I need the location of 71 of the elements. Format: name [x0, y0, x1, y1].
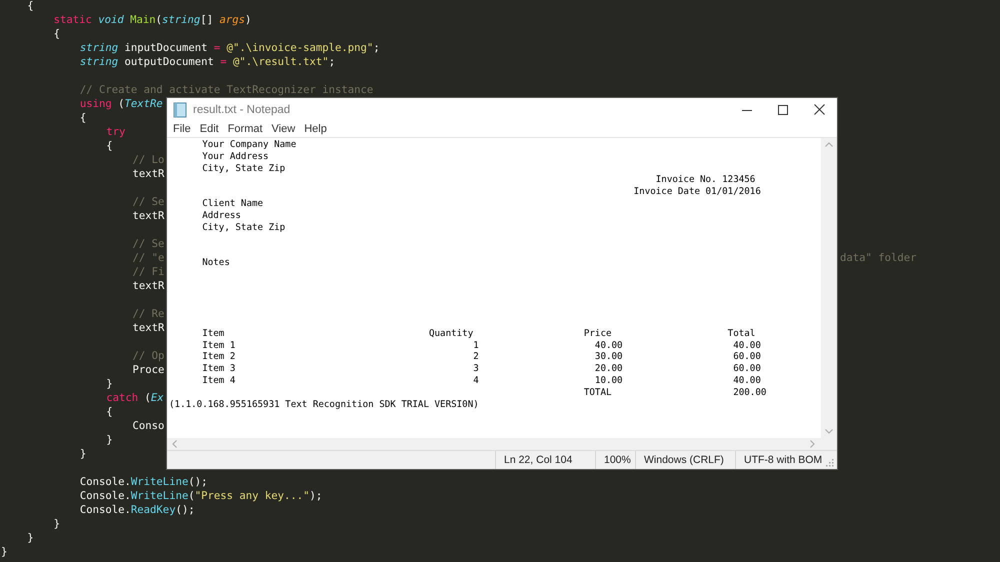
code-line: Conso — [132, 419, 164, 433]
code-line: catch (Ex — [106, 391, 164, 405]
code-line: data" folder — [840, 251, 917, 265]
code-line: textR — [132, 321, 164, 335]
code-line: // Se — [132, 237, 164, 251]
text-line: Notes — [201, 256, 230, 268]
code-line: textR — [132, 209, 164, 223]
text-line: Item 3 3 20.00 60.00 — [201, 363, 761, 374]
window-title: result.txt - Notepad — [193, 104, 290, 116]
code-line: // Se — [132, 195, 164, 209]
code-line: } — [80, 447, 86, 461]
close-icon — [814, 104, 824, 115]
code-line: // Fi — [132, 265, 164, 279]
menu-item[interactable]: File — [169, 123, 195, 135]
code-line: string inputDocument = @".\invoice-sample.png"; — [80, 41, 380, 55]
horizontal-scrollbar[interactable] — [167, 438, 837, 451]
code-line: } — [1, 545, 8, 559]
code-line: Console.WriteLine(); — [80, 475, 208, 489]
menu-item[interactable]: Edit — [196, 123, 223, 135]
code-line: Console.ReadKey(); — [80, 503, 195, 517]
text-line: Client Name — [201, 198, 264, 209]
resize-grip-icon[interactable] — [826, 459, 834, 467]
code-line: // "e — [132, 251, 164, 265]
text-line: Your Address — [201, 150, 269, 162]
text-line: City, State Zip — [201, 222, 286, 233]
text-line: Invoice Date 01/01/2016 — [632, 186, 761, 198]
maximize-icon — [778, 104, 788, 114]
text-line: Address — [201, 210, 241, 221]
code-line: // Op — [132, 349, 164, 363]
code-line: { — [54, 27, 60, 41]
code-line: } — [106, 433, 113, 447]
scroll-up-icon[interactable] — [825, 142, 833, 147]
code-line: Console.WriteLine("Press any key..."); — [80, 489, 322, 503]
code-line: { — [106, 139, 113, 153]
scroll-down-icon[interactable] — [825, 429, 833, 434]
code-line: } — [106, 377, 113, 391]
notepad-icon — [173, 102, 187, 118]
text-line: Item Quantity Price Total — [201, 328, 756, 339]
text-line: City, State Zip — [201, 162, 286, 174]
code-line: string outputDocument = @".\result.txt"; — [80, 55, 336, 69]
menu-item[interactable]: Format — [224, 123, 267, 135]
code-line: textR — [132, 167, 164, 181]
menu-item[interactable]: Help — [300, 123, 331, 135]
code-line: static void Main(string[] args) — [54, 13, 252, 27]
code-line: { — [106, 405, 113, 419]
code-line: Proce — [132, 363, 164, 377]
code-line: // Lo — [132, 153, 164, 167]
code-line: } — [27, 531, 34, 545]
scroll-left-icon[interactable] — [172, 440, 177, 448]
menu-item[interactable]: View — [268, 123, 300, 135]
code-line: try — [106, 125, 126, 139]
vertical-scrollbar[interactable] — [821, 138, 837, 438]
status-cell: Windows (CRLF) — [635, 451, 735, 469]
status-cell: Ln 22, Col 104 — [495, 451, 595, 469]
text-line: Invoice No. 123456 — [654, 174, 756, 186]
code-line: // Create and activate TextRecognizer instance — [80, 83, 374, 97]
code-line: // Re — [132, 307, 164, 321]
text-line: Item 2 2 30.00 60.00 — [201, 351, 761, 362]
text-line: Item 4 4 10.00 40.00 — [201, 374, 761, 386]
text-line: (1.1.0.168.955165931 Text Recognition SDK TRIAL VERSI0N) — [169, 398, 479, 410]
code-line: { — [80, 111, 86, 125]
code-line: { — [27, 0, 34, 13]
code-line: using (TextRe — [80, 97, 163, 111]
code-line: } — [54, 517, 60, 531]
text-line: TOTAL 200.00 — [582, 386, 766, 398]
scroll-right-icon[interactable] — [810, 440, 815, 448]
text-line: Item 1 1 40.00 40.00 — [201, 340, 761, 351]
status-cell: UTF-8 with BOM — [735, 451, 825, 469]
code-line: textR — [132, 279, 164, 293]
text-line: Your Company Name — [201, 139, 296, 150]
status-cell: 100% — [595, 451, 635, 469]
